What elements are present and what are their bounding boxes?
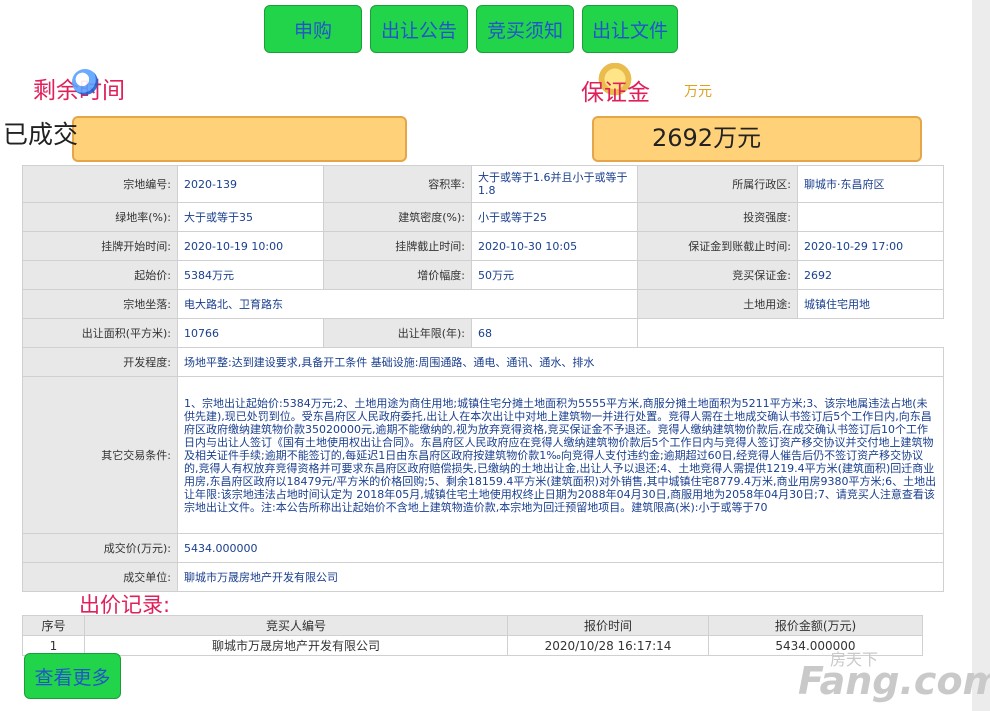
location: 电大路北、卫育路东 <box>177 289 638 319</box>
investment-intensity-label: 投资强度: <box>637 202 798 232</box>
area: 10766 <box>177 318 324 348</box>
table-row: 成交价(万元): 5434.000000 <box>22 533 944 563</box>
deposit-value-box: 2692万元 <box>592 116 922 162</box>
empty-cell <box>637 318 944 348</box>
listing-end-label: 挂牌截止时间: <box>323 231 472 261</box>
development: 场地平整:达到建设要求,具备开工条件 基础设施:周围通路、通电、通讯、通水、排水 <box>177 347 944 377</box>
table-row: 1 聊城市万晟房地产开发有限公司 2020/10/28 16:17:14 543… <box>22 635 923 656</box>
land-use-label: 土地用途: <box>637 289 798 319</box>
increment: 50万元 <box>471 260 638 290</box>
table-header-row: 序号 竞买人编号 报价时间 报价金额(万元) <box>22 615 923 636</box>
tab-purchase[interactable]: 申购 <box>264 5 362 53</box>
parcel-code: 2020-139 <box>177 165 324 203</box>
listing-start: 2020-10-19 10:00 <box>177 231 324 261</box>
other-conditions-label: 其它交易条件: <box>22 376 178 534</box>
years: 68 <box>471 318 638 348</box>
bid-time: 2020/10/28 16:17:14 <box>507 635 709 656</box>
tab-bidding-notice[interactable]: 竞买须知 <box>476 5 574 53</box>
table-row: 宗地坐落: 电大路北、卫育路东 土地用途: 城镇住宅用地 <box>22 289 944 319</box>
bid-records-table: 序号 竞买人编号 报价时间 报价金额(万元) 1 聊城市万晟房地产开发有限公司 … <box>22 615 923 656</box>
parcel-info-table: 宗地编号: 2020-139 容积率: 大于或等于1.6并且小于或等于1.8 所… <box>22 165 944 592</box>
column-header: 报价金额(万元) <box>708 615 923 636</box>
green-rate: 大于或等于35 <box>177 202 324 232</box>
deposit-deadline-label: 保证金到账截止时间: <box>637 231 798 261</box>
table-row: 成交单位: 聊城市万晟房地产开发有限公司 <box>22 562 944 592</box>
vertical-scrollbar[interactable] <box>972 0 990 711</box>
building-density: 小于或等于25 <box>471 202 638 232</box>
scrollbar-thumb[interactable] <box>976 0 986 711</box>
location-label: 宗地坐落: <box>22 289 178 319</box>
column-header: 序号 <box>22 615 85 636</box>
green-rate-label: 绿地率(%): <box>22 202 178 232</box>
tab-transfer-documents[interactable]: 出让文件 <box>582 5 678 53</box>
start-price-label: 起始价: <box>22 260 178 290</box>
status-box <box>72 116 407 162</box>
development-label: 开发程度: <box>22 347 178 377</box>
watermark-logo: 房天下 Fang.com <box>798 645 990 705</box>
bid-deposit-label: 竞买保证金: <box>637 260 798 290</box>
investment-intensity <box>797 202 944 232</box>
deal-unit-label: 成交单位: <box>22 562 178 592</box>
increment-label: 增价幅度: <box>323 260 472 290</box>
building-density-label: 建筑密度(%): <box>323 202 472 232</box>
view-more-button[interactable]: 查看更多 <box>24 653 121 699</box>
watermark-main-text: Fang.com <box>798 659 990 703</box>
area-label: 出让面积(平方米): <box>22 318 178 348</box>
district-label: 所属行政区: <box>637 165 798 203</box>
other-conditions: 1、宗地出让起始价:5384万元;2、土地用途为商住用地;城镇住宅分摊土地面积为… <box>177 376 944 534</box>
district: 聊城市·东昌府区 <box>797 165 944 203</box>
table-row: 起始价: 5384万元 增价幅度: 50万元 竞买保证金: 2692 <box>22 260 944 290</box>
deal-status: 已成交 <box>3 120 79 149</box>
table-row: 宗地编号: 2020-139 容积率: 大于或等于1.6并且小于或等于1.8 所… <box>22 165 944 203</box>
column-header: 报价时间 <box>507 615 709 636</box>
table-row: 绿地率(%): 大于或等于35 建筑密度(%): 小于或等于25 投资强度: <box>22 202 944 232</box>
parcel-code-label: 宗地编号: <box>22 165 178 203</box>
deposit-unit-label: 万元 <box>684 84 712 100</box>
deposit-value: 2692万元 <box>652 124 762 152</box>
listing-start-label: 挂牌开始时间: <box>22 231 178 261</box>
table-row: 其它交易条件: 1、宗地出让起始价:5384万元;2、土地用途为商住用地;城镇住… <box>22 376 944 534</box>
bid-deposit: 2692 <box>797 260 944 290</box>
years-label: 出让年限(年): <box>323 318 472 348</box>
deal-price-label: 成交价(万元): <box>22 533 178 563</box>
table-row: 开发程度: 场地平整:达到建设要求,具备开工条件 基础设施:周围通路、通电、通讯… <box>22 347 944 377</box>
deposit-deadline: 2020-10-29 17:00 <box>797 231 944 261</box>
action-tabs: 申购 出让公告 竞买须知 出让文件 <box>264 5 686 53</box>
table-row: 挂牌开始时间: 2020-10-19 10:00 挂牌截止时间: 2020-10… <box>22 231 944 261</box>
deal-unit: 聊城市万晟房地产开发有限公司 <box>177 562 944 592</box>
start-price: 5384万元 <box>177 260 324 290</box>
bidder: 聊城市万晟房地产开发有限公司 <box>84 635 508 656</box>
listing-end: 2020-10-30 10:05 <box>471 231 638 261</box>
deposit-label: 保证金 <box>581 80 650 106</box>
deal-price: 5434.000000 <box>177 533 944 563</box>
tab-announcement[interactable]: 出让公告 <box>370 5 468 53</box>
clock-icon <box>72 69 98 95</box>
land-use: 城镇住宅用地 <box>797 289 944 319</box>
column-header: 竞买人编号 <box>84 615 508 636</box>
table-row: 出让面积(平方米): 10766 出让年限(年): 68 <box>22 318 944 348</box>
plot-ratio-label: 容积率: <box>323 165 472 203</box>
plot-ratio: 大于或等于1.6并且小于或等于1.8 <box>471 165 638 203</box>
